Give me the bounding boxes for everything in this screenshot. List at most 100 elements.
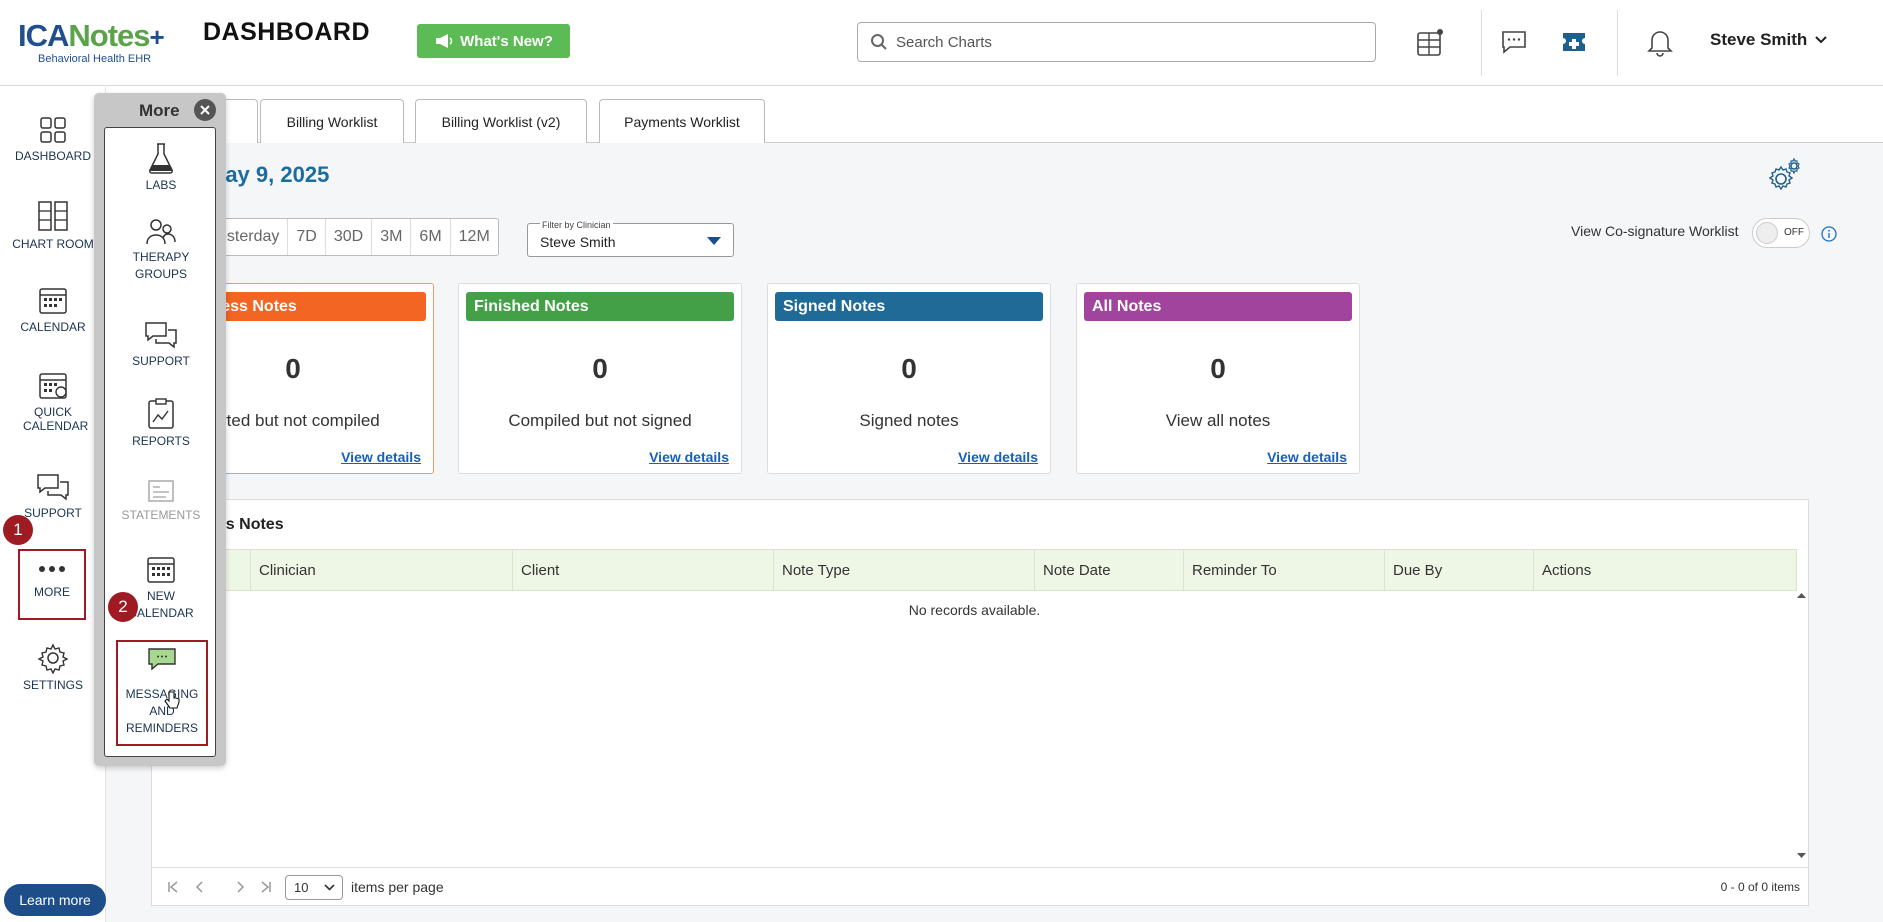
bell-icon[interactable] — [1642, 22, 1678, 62]
search-box[interactable] — [857, 22, 1376, 62]
last-page-icon — [261, 881, 271, 893]
next-page-icon — [237, 881, 245, 893]
range-6m[interactable]: 6M — [411, 219, 451, 255]
clinician-filter[interactable]: Filter by Clinician Steve Smith — [527, 220, 734, 257]
range-30d[interactable]: 30D — [326, 219, 373, 255]
filter-label: Filter by Clinician — [540, 220, 613, 230]
statements-icon — [148, 480, 174, 502]
top-bar: ICANotes+ Behavioral Health EHR DASHBOAR… — [0, 0, 1883, 86]
empty-message: No records available. — [908, 602, 1041, 618]
sidebar-item-chart-room[interactable]: CHART ROOM — [4, 199, 102, 251]
sidebar-label: SUPPORT — [24, 506, 82, 520]
range-3m[interactable]: 3M — [372, 219, 412, 255]
card-finished-notes: Finished Notes 0 Compiled but not signed… — [458, 283, 742, 474]
grid-scrollbar[interactable] — [1795, 591, 1808, 862]
range-7d[interactable]: 7D — [288, 219, 326, 255]
chart-room-quick-icon[interactable] — [1412, 22, 1448, 62]
page-size-value: 10 — [294, 880, 309, 895]
more-item-label: LABS — [145, 178, 177, 192]
more-menu-list: LABS THERAPY GROUPS SUPPORT REPORTS STAT… — [104, 127, 216, 757]
more-item-therapy-groups[interactable]: THERAPY GROUPS — [105, 218, 217, 283]
chat-icon[interactable] — [1496, 22, 1532, 62]
view-details-link[interactable]: View details — [341, 449, 421, 465]
more-item-label: STATEMENTS — [121, 508, 201, 522]
whats-new-button[interactable]: What's New? — [417, 24, 570, 58]
card-signed-notes: Signed Notes 0 Signed notes View details — [767, 283, 1051, 474]
page-size-select[interactable]: 10 — [285, 875, 343, 900]
date-range-selector: esterday 7D 30D 3M 6M 12M — [207, 218, 499, 256]
info-icon[interactable] — [1821, 226, 1837, 247]
sidebar-label: DASHBOARD — [14, 149, 91, 163]
chart-room-icon — [38, 201, 68, 231]
tab-bar: Billing Worklist Billing Worklist (v2) P… — [106, 97, 1883, 143]
card-count: 0 — [285, 353, 301, 384]
group-icon — [146, 219, 176, 245]
column-note-type[interactable]: Note Type — [774, 550, 1035, 590]
dashboard-settings-icon[interactable] — [1765, 155, 1805, 200]
sidebar-label: QUICK CALENDAR — [23, 405, 89, 433]
dashboard-icon — [40, 117, 66, 143]
column-reminder-to[interactable]: Reminder To — [1184, 550, 1385, 590]
card-all-notes: All Notes 0 View all notes View details — [1076, 283, 1360, 474]
column-due-by[interactable]: Due By — [1385, 550, 1534, 590]
first-page-icon — [168, 881, 178, 893]
card-description: Compiled but not signed — [508, 411, 692, 430]
more-menu-title: More — [139, 101, 180, 120]
column-clinician[interactable]: Clinician — [251, 550, 513, 590]
sidebar-item-dashboard[interactable]: DASHBOARD — [4, 115, 102, 163]
sidebar-label: CHART ROOM — [12, 237, 94, 251]
card-title: All Notes — [1084, 292, 1352, 321]
view-details-link[interactable]: View details — [958, 449, 1038, 465]
page-title: DASHBOARD — [203, 18, 370, 46]
cosign-toggle[interactable]: OFF — [1752, 218, 1810, 248]
caret-down-icon — [707, 237, 721, 245]
cosign-label: View Co-signature Worklist — [1571, 223, 1739, 239]
card-count: 0 — [592, 353, 608, 384]
tab-payments-worklist[interactable]: Payments Worklist — [599, 99, 765, 143]
sidebar-item-quick-calendar[interactable]: QUICK CALENDAR — [4, 369, 102, 433]
app-logo[interactable]: ICANotes+ Behavioral Health EHR — [18, 20, 178, 66]
tab-billing-worklist[interactable]: Billing Worklist — [260, 99, 404, 143]
card-count: 0 — [901, 353, 917, 384]
step-badge-1: 1 — [3, 515, 33, 545]
learn-more-button[interactable]: Learn more — [4, 884, 106, 916]
more-dots-icon — [39, 566, 65, 572]
column-note-date[interactable]: Note Date — [1035, 550, 1184, 590]
grid-pager: 10 items per page 0 - 0 of 0 items — [152, 867, 1808, 905]
flask-icon — [148, 143, 174, 174]
more-item-support[interactable]: SUPPORT — [105, 320, 217, 370]
card-title: Signed Notes — [775, 292, 1043, 321]
card-description: rted but not compiled — [221, 411, 380, 430]
message-icon — [148, 648, 176, 671]
more-item-labs[interactable]: LABS — [105, 142, 217, 194]
toggle-text: OFF — [1784, 227, 1804, 238]
column-client[interactable]: Client — [513, 550, 774, 590]
tab-billing-worklist-v2[interactable]: Billing Worklist (v2) — [415, 99, 587, 143]
items-per-page-label: items per page — [351, 879, 444, 895]
sidebar-item-calendar[interactable]: CALENDAR — [4, 284, 102, 334]
more-item-messaging-and-reminders[interactable]: MESSAGING AND REMINDERS — [116, 640, 208, 746]
close-icon[interactable] — [194, 99, 216, 121]
quick-calendar-icon — [39, 373, 67, 399]
sidebar: DASHBOARD CHART ROOM CALENDAR QUICK CALE… — [0, 87, 106, 922]
column-actions[interactable]: Actions — [1534, 550, 1797, 590]
megaphone-icon — [436, 34, 453, 48]
sidebar-item-more[interactable]: MORE — [18, 549, 86, 620]
more-item-label: REPORTS — [132, 434, 190, 448]
view-details-link[interactable]: View details — [1267, 449, 1347, 465]
prescription-icon[interactable] — [1556, 22, 1592, 62]
support-icon — [145, 322, 177, 349]
range-12m[interactable]: 12M — [451, 219, 498, 255]
more-item-label: MESSAGING AND REMINDERS — [125, 687, 199, 735]
sidebar-item-support[interactable]: SUPPORT — [4, 472, 102, 520]
more-item-reports[interactable]: REPORTS — [105, 398, 217, 450]
sidebar-item-settings[interactable]: SETTINGS — [4, 642, 102, 692]
view-details-link[interactable]: View details — [649, 449, 729, 465]
logo-subtitle: Behavioral Health EHR — [38, 53, 152, 65]
search-input[interactable] — [896, 33, 1356, 51]
sidebar-label: SETTINGS — [22, 678, 83, 692]
card-title: Finished Notes — [466, 292, 734, 321]
user-menu[interactable]: Steve Smith — [1710, 30, 1828, 50]
prev-page-icon — [195, 881, 203, 893]
more-item-label: THERAPY GROUPS — [132, 250, 190, 281]
